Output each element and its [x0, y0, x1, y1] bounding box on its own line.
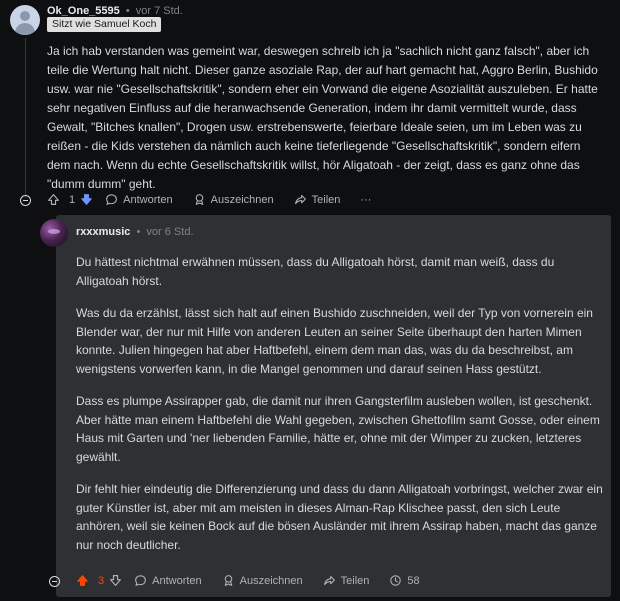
award-icon [195, 194, 203, 205]
share-button[interactable]: Teilen [323, 574, 370, 587]
vote-controls: 1 [47, 193, 93, 206]
user-flair: Sitzt wie Samuel Koch [47, 17, 162, 32]
award-icon [224, 575, 232, 586]
reply-paragraph: Dass es plumpe Assirapper gab, die damit… [76, 394, 600, 464]
timestamp[interactable]: vor 7 Std. [136, 5, 183, 17]
share-icon [294, 194, 306, 205]
separator-dot: • [136, 226, 141, 238]
share-button[interactable]: Teilen [294, 193, 341, 206]
award-button[interactable]: Auszeichnen [222, 574, 303, 587]
reply-button[interactable]: Antworten [134, 574, 202, 587]
reply-header: rxxxmusic • vor 6 Std. [76, 225, 194, 239]
avatar[interactable] [10, 5, 40, 35]
username[interactable]: Ok_One_5595 [47, 5, 120, 17]
collapse-thread-button[interactable] [20, 195, 31, 206]
comment-thread: Ok_One_5595 • vor 7 Std. Sitzt wie Samue… [0, 0, 620, 601]
comment-icon [135, 575, 147, 587]
award-label: Auszeichnen [210, 193, 274, 206]
collapse-thread-button[interactable] [49, 576, 60, 587]
more-options-button[interactable]: ··· [360, 194, 371, 206]
reply-paragraph: Was du da erzählst, lässt sich halt auf … [76, 306, 593, 376]
reply-button[interactable]: Antworten [105, 193, 173, 206]
upvote-icon[interactable] [47, 193, 60, 206]
vote-count: 3 [98, 574, 105, 587]
downvote-icon[interactable] [109, 574, 122, 587]
reply-label: Antworten [152, 574, 202, 587]
timestamp[interactable]: vor 6 Std. [146, 226, 193, 238]
separator-dot: • [125, 5, 130, 17]
vote-controls: 3 [76, 574, 122, 587]
username[interactable]: rxxxmusic [76, 226, 130, 238]
thread-line[interactable] [25, 38, 26, 198]
vote-count: 1 [69, 193, 76, 206]
awards-count-button[interactable]: 58 [389, 574, 420, 587]
clock-icon [390, 575, 402, 586]
share-label: Teilen [311, 193, 341, 206]
reply-body: Du hättest nichtmal erwähnen müssen, das… [76, 253, 606, 568]
upvote-icon[interactable] [76, 574, 89, 587]
comment-actions: 1 Antworten Auszeichnen Teilen ··· [47, 193, 391, 206]
reply-actions: 3 Antworten Auszeichnen Teilen 58 [76, 574, 440, 587]
comment-header: Ok_One_5595 • vor 7 Std. [47, 4, 183, 18]
reply-paragraph: Du hättest nichtmal erwähnen müssen, das… [76, 255, 555, 288]
downvote-icon[interactable] [80, 193, 93, 206]
award-button[interactable]: Auszeichnen [193, 193, 274, 206]
reply-paragraph: Dir fehlt hier eindeutig die Differenzie… [76, 482, 603, 552]
share-icon [323, 575, 335, 586]
share-label: Teilen [340, 574, 370, 587]
awards-count: 58 [407, 574, 420, 587]
award-label: Auszeichnen [239, 574, 303, 587]
reply-label: Antworten [123, 193, 173, 206]
more-options-icon: ··· [360, 193, 372, 206]
avatar[interactable] [40, 219, 68, 247]
comment-body: Ja ich hab verstanden was gemeint war, d… [47, 44, 598, 191]
comment-icon [106, 194, 118, 206]
